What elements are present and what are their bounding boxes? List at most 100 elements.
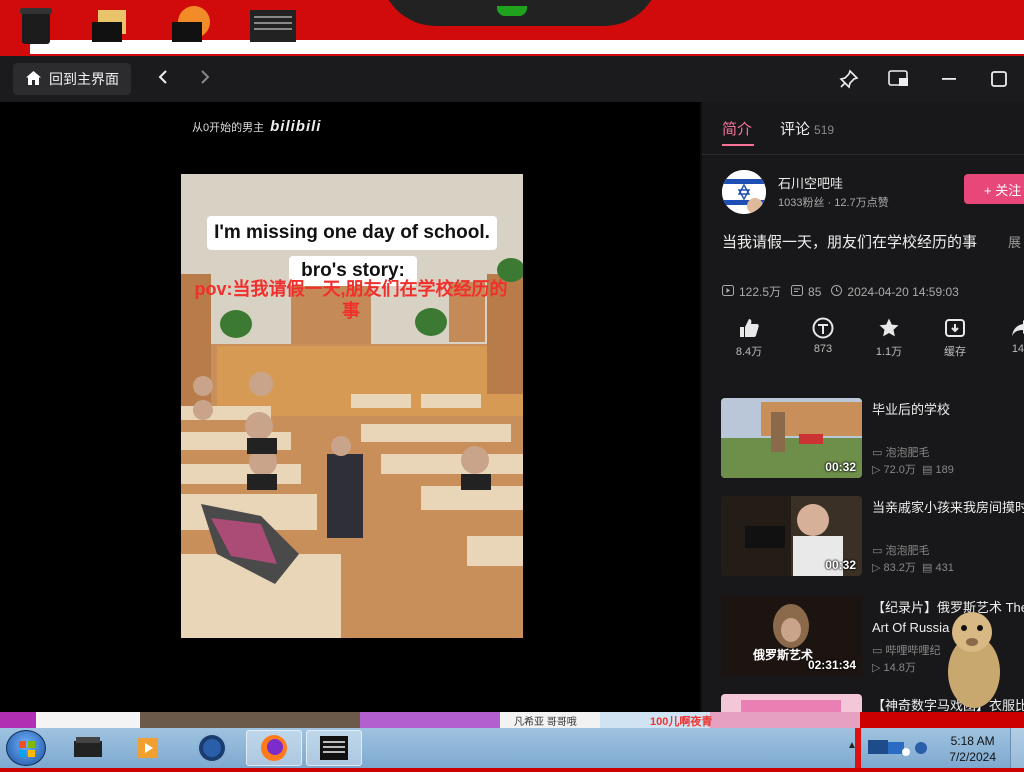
strip-text: 100儿啊夜青 (650, 716, 713, 728)
caption-line-1: I'm missing one day of school. (207, 216, 497, 250)
firefox-icon (261, 735, 287, 761)
hamster-sticker (942, 602, 1006, 712)
action-bar: 8.4万 873 1.1万 缓存 146 (724, 317, 1024, 365)
maximize-button[interactable] (974, 56, 1024, 102)
uploader-icon: ▭ (872, 545, 886, 557)
side-panel: 简介 评论 519 石川空吧哇 1033粉丝 · 12.7万点赞 + 关注 当我请… (702, 102, 1024, 712)
pin-icon (839, 69, 859, 89)
avatar[interactable] (722, 170, 766, 214)
share-icon (996, 317, 1024, 343)
like-icon (724, 317, 774, 343)
author-name[interactable]: 石川空吧哇 (778, 173, 843, 192)
download-label: 缓存 (944, 346, 966, 358)
start-button[interactable] (6, 730, 46, 766)
share-button[interactable]: 146 (996, 317, 1024, 355)
back-button[interactable] (153, 68, 173, 91)
thumbnail-caption: 俄罗斯艺术 (753, 648, 814, 662)
bilibili-app-window: 回到主界面 从0开始的男主 bilibili I'm missing one d… (0, 56, 1024, 712)
show-desktop-button[interactable] (1010, 728, 1024, 768)
star-icon (864, 317, 914, 343)
favorite-button[interactable]: 1.1万 (864, 317, 914, 359)
expand-button[interactable]: 展 (1008, 232, 1021, 251)
taskbar-app-disk[interactable] (60, 730, 116, 766)
chevron-right-icon (201, 69, 210, 84)
tab-divider (702, 154, 1024, 155)
like-button[interactable]: 8.4万 (724, 317, 774, 359)
windows-logo-icon (19, 741, 35, 757)
trash-desktop-icon[interactable] (18, 6, 54, 44)
video-watermark: 从0开始的男主 bilibili (192, 118, 321, 135)
firefox-desktop-icon[interactable] (172, 6, 210, 42)
network-tray-icon[interactable] (866, 736, 910, 765)
tray-expand-icon[interactable]: ▲ (847, 740, 857, 751)
author-info: 石川空吧哇 1033粉丝 · 12.7万点赞 + 关注 (722, 170, 1024, 214)
desktop-background (0, 0, 1024, 56)
forward-button[interactable] (195, 68, 215, 91)
recommended-video[interactable]: 00:32 毕业后的学校 ▭ 泡泡肥毛 ▷ 72.0万 ▤ 189 (721, 398, 1021, 478)
recommended-title: 当亲戚家小孩来我房间摸时 (872, 500, 1024, 515)
coin-icon (798, 317, 848, 343)
video-thumbnail (721, 694, 862, 712)
video-thumbnail: 00:32 (721, 398, 862, 478)
uploader-name: ▭ 哔哩哔哩纪 (872, 645, 941, 657)
video-meta: 122.5万 85 2024-04-20 14:59:03 (722, 283, 959, 300)
minimize-icon (942, 78, 956, 80)
recommended-stats: ▷ 14.8万 (872, 662, 916, 674)
download-icon (930, 317, 980, 343)
mini-player-button[interactable] (874, 56, 924, 102)
coin-button[interactable]: 873 (798, 317, 848, 355)
uploader-name: ▭ 泡泡肥毛 (872, 447, 930, 459)
comments-count: 519 (814, 123, 835, 137)
video-player[interactable]: 从0开始的男主 bilibili I'm missing one day of … (0, 102, 700, 712)
flag-avatar-image (722, 170, 766, 214)
clock-icon (831, 284, 843, 299)
folder-desktop-icon[interactable] (92, 6, 128, 42)
panel-tabs: 简介 评论 519 (722, 118, 834, 139)
home-label: 回到主界面 (49, 71, 119, 87)
bilibili-logo: bilibili (270, 118, 322, 135)
background-thumbnail-strip: 凡希亚 哥哥哦 100儿啊夜青 (0, 712, 860, 728)
uploader-icon: ▭ (872, 645, 886, 657)
chevron-left-icon (158, 69, 167, 84)
home-button[interactable]: 回到主界面 (13, 63, 131, 95)
taskbar-app-firefox[interactable] (246, 730, 302, 766)
taskbar: ▲ 5:18 AM 7/2/2024 (0, 728, 1024, 768)
watermark-text: 从0开始的男主 (192, 121, 265, 134)
wallpaper-band (30, 40, 1024, 54)
pin-button[interactable] (824, 56, 874, 102)
titlebar: 回到主界面 (0, 56, 1024, 102)
favorite-count: 1.1万 (875, 346, 903, 358)
recommended-title: 毕业后的学校 (872, 402, 951, 417)
window-controls (824, 56, 1024, 102)
download-button[interactable]: 缓存 (930, 317, 980, 359)
terminal-desktop-icon[interactable] (250, 6, 296, 42)
video-title: 当我请假一天，朋友们在学校经历的事 (722, 234, 978, 251)
taskbar-app-terminal[interactable] (306, 730, 362, 766)
strip-text: 凡希亚 哥哥哦 (514, 717, 577, 728)
video-duration: 02:31:34 (807, 658, 856, 672)
maximize-icon (991, 71, 1007, 87)
uploader-icon: ▭ (872, 447, 886, 459)
publish-date: 2024-04-20 14:59:03 (847, 284, 959, 299)
video-frame: I'm missing one day of school. bro's sto… (181, 174, 523, 638)
taskbar-app-media[interactable] (120, 730, 176, 766)
volume-tray-icon[interactable] (914, 740, 928, 761)
like-count: 8.4万 (735, 346, 763, 358)
play-count-icon (722, 284, 734, 299)
follow-button[interactable]: + 关注 (964, 174, 1024, 204)
share-count: 146 (1011, 343, 1024, 355)
danmaku-count-icon (791, 284, 804, 299)
recommended-video[interactable]: 00:32 当亲戚家小孩来我房间摸时 ▭ 泡泡肥毛 ▷ 83.2万 ▤ 431 (721, 496, 1024, 576)
home-icon (25, 70, 42, 89)
view-count: 122.5万 (739, 285, 782, 299)
clock-date: 7/2/2024 (949, 750, 996, 764)
tab-intro[interactable]: 简介 (722, 118, 752, 139)
coin-count: 873 (813, 343, 833, 355)
globe-icon (199, 735, 225, 761)
tab-comments[interactable]: 评论 519 (780, 118, 834, 139)
uploader-name: ▭ 泡泡肥毛 (872, 545, 930, 557)
minimize-button[interactable] (924, 56, 974, 102)
taskbar-clock[interactable]: 5:18 AM 7/2/2024 (949, 733, 996, 765)
taskbar-app-globe[interactable] (184, 730, 240, 766)
drive-icon (74, 737, 102, 757)
